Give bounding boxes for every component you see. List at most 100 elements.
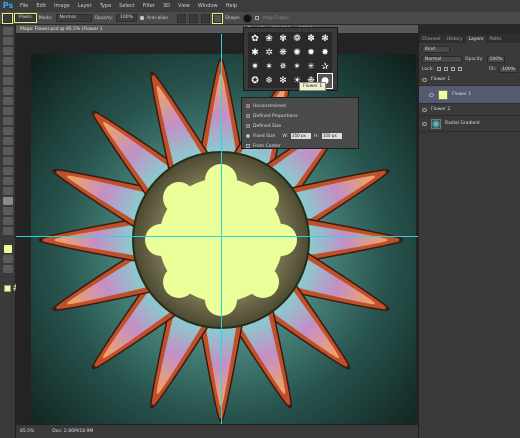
height-input[interactable]: 350 px — [321, 133, 342, 139]
menu-view[interactable]: View — [174, 3, 194, 9]
shape-preview-icon[interactable] — [243, 13, 253, 23]
layer-opacity-input[interactable]: 100% — [486, 55, 506, 63]
kind-filter-select[interactable]: Kind — [422, 45, 450, 53]
shape-option-icon[interactable]: ✰ — [318, 60, 332, 74]
blur-tool-icon[interactable] — [2, 147, 13, 155]
tab-history[interactable]: History — [443, 36, 465, 43]
shape-option-icon[interactable]: ✴ — [290, 60, 304, 74]
lock-all-icon[interactable] — [457, 67, 462, 71]
width-input[interactable]: 350 px — [291, 133, 312, 139]
shape-option-icon[interactable]: ❄ — [262, 74, 276, 88]
quick-mask-icon[interactable] — [2, 255, 13, 263]
shape-option-icon[interactable]: ✾ — [276, 32, 290, 46]
layer-flower-1-shape[interactable]: Flower 1 — [419, 86, 520, 104]
vertical-guide[interactable] — [221, 34, 222, 424]
pen-tool-icon[interactable] — [2, 167, 13, 175]
menu-3d[interactable]: 3D — [159, 3, 174, 9]
menu-layer[interactable]: Layer — [74, 3, 96, 9]
menu-edit[interactable]: Edit — [32, 3, 50, 9]
gradient-tool-icon[interactable] — [2, 137, 13, 145]
option-fixed-size[interactable]: Fixed Size W: 350 px H: 350 px — [246, 131, 354, 141]
radio-defined-proportions[interactable] — [246, 114, 250, 118]
path-arrangement-icon[interactable] — [200, 13, 210, 23]
custom-shape-tool-icon[interactable] — [2, 197, 13, 205]
more-tools-icon[interactable] — [2, 227, 13, 235]
fill-input[interactable]: 100% — [499, 65, 518, 73]
menu-file[interactable]: File — [16, 3, 32, 9]
path-alignment-icon[interactable] — [188, 13, 198, 23]
blend-mode-select[interactable]: Normal — [422, 55, 462, 63]
shape-option-icon[interactable]: ✶ — [262, 60, 276, 74]
menu-type[interactable]: Type — [96, 3, 115, 9]
shape-option-icon[interactable]: ❃ — [318, 32, 332, 46]
tool-mode-select[interactable]: Pixels — [14, 13, 37, 23]
visibility-eye-icon[interactable] — [422, 107, 427, 112]
foreground-color-swatch[interactable] — [3, 245, 12, 253]
visibility-eye-icon[interactable] — [422, 121, 427, 126]
layer-radial-gradient[interactable]: Radial Gradient — [419, 116, 520, 132]
menu-image[interactable]: Image — [50, 3, 74, 9]
clone-stamp-tool-icon[interactable] — [2, 107, 13, 115]
visibility-eye-icon[interactable] — [422, 77, 427, 82]
type-tool-icon[interactable] — [2, 177, 13, 185]
shape-option-icon[interactable]: ❁ — [290, 32, 304, 46]
shape-option-icon[interactable]: ✽ — [304, 32, 318, 46]
radio-unconstrained[interactable] — [246, 104, 250, 108]
path-selection-tool-icon[interactable] — [2, 187, 13, 195]
lock-image-icon[interactable] — [443, 67, 448, 71]
menu-help[interactable]: Help — [222, 3, 241, 9]
zoom-tool-icon[interactable] — [2, 217, 13, 225]
move-tool-icon[interactable] — [2, 27, 13, 35]
custom-shape-tool-preset-icon[interactable] — [2, 12, 13, 24]
visibility-eye-icon[interactable] — [429, 92, 434, 97]
shape-option-icon[interactable]: ❋ — [276, 46, 290, 60]
option-defined-size[interactable]: Defined Size — [246, 121, 354, 131]
option-from-center[interactable]: From Center — [246, 141, 354, 151]
horizontal-guide[interactable] — [16, 236, 418, 237]
canvas-area[interactable] — [16, 34, 418, 424]
antialias-checkbox[interactable] — [139, 16, 144, 20]
shape-option-icon[interactable]: ❀ — [262, 32, 276, 46]
geometry-options-gear-icon[interactable] — [211, 12, 223, 24]
brush-tool-icon[interactable] — [2, 97, 13, 105]
shape-option-icon[interactable]: ✵ — [276, 60, 290, 74]
shape-option-icon[interactable]: ✪ — [248, 74, 262, 88]
shape-option-icon[interactable]: ✸ — [318, 46, 332, 60]
history-brush-tool-icon[interactable] — [2, 117, 13, 125]
option-unconstrained[interactable]: Unconstrained — [246, 101, 354, 111]
lasso-tool-icon[interactable] — [2, 47, 13, 55]
lock-position-icon[interactable] — [450, 67, 455, 71]
tab-paths[interactable]: Paths — [486, 36, 504, 43]
shape-option-icon[interactable]: ✱ — [248, 46, 262, 60]
shape-option-icon[interactable]: ✷ — [248, 60, 262, 74]
lock-transparency-icon[interactable] — [436, 67, 441, 71]
menu-window[interactable]: Window — [194, 3, 222, 9]
path-operations-icon[interactable] — [176, 13, 186, 23]
menu-filter[interactable]: Filter — [139, 3, 159, 9]
layer-group-flower-2[interactable]: Flower 2 — [419, 104, 520, 116]
shape-option-icon[interactable]: ✲ — [262, 46, 276, 60]
mode-select[interactable]: Normal — [55, 14, 92, 22]
crop-tool-icon[interactable] — [2, 67, 13, 75]
radio-fixed-size[interactable] — [246, 134, 250, 138]
menu-select[interactable]: Select — [115, 3, 138, 9]
eyedropper-tool-icon[interactable] — [2, 77, 13, 85]
shape-option-icon[interactable]: ✳ — [304, 60, 318, 74]
eraser-tool-icon[interactable] — [2, 127, 13, 135]
shape-option-icon[interactable]: ✹ — [304, 46, 318, 60]
marquee-tool-icon[interactable] — [2, 37, 13, 45]
checkbox-from-center[interactable] — [246, 144, 250, 148]
align-edges-checkbox[interactable] — [255, 16, 260, 20]
dodge-tool-icon[interactable] — [2, 157, 13, 165]
shape-option-icon[interactable]: ✺ — [290, 46, 304, 60]
document-tab[interactable]: Magic Flower.psd @ 85.5% (Flower 1 Fixed… — [16, 25, 418, 34]
hand-tool-icon[interactable] — [2, 207, 13, 215]
radio-defined-size[interactable] — [246, 124, 250, 128]
tab-channels[interactable]: Channel — [419, 36, 443, 43]
tab-layers[interactable]: Layers — [465, 36, 487, 43]
screen-mode-icon[interactable] — [2, 265, 13, 273]
quick-select-tool-icon[interactable] — [2, 57, 13, 65]
opacity-input[interactable]: 100% — [116, 14, 137, 22]
layer-group-flower-1[interactable]: Flower 1 — [419, 74, 520, 86]
shape-option-icon[interactable]: ✻ — [276, 74, 290, 88]
